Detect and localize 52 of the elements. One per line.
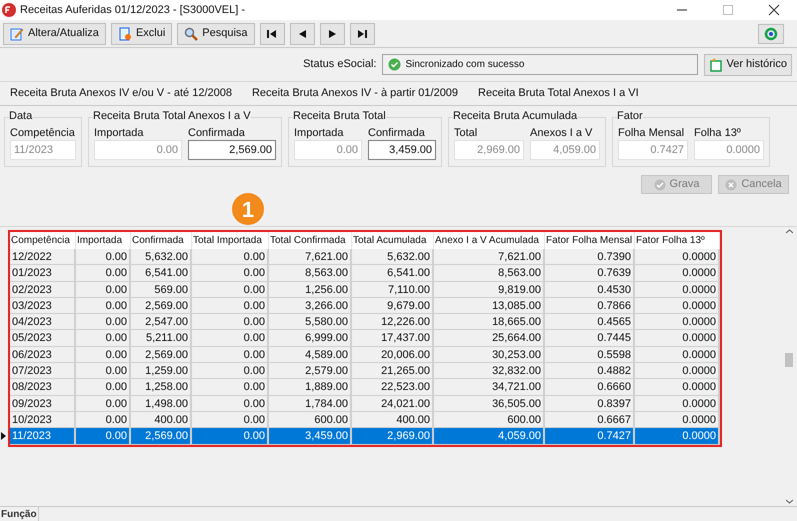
table-cell: 2,969.00	[352, 428, 434, 445]
next-icon	[328, 30, 336, 38]
window-title: Receitas Auferidas 01/12/2023 - [S3000VEL] -	[20, 2, 246, 18]
navigation-button[interactable]	[320, 22, 345, 44]
table-cell: 11/2023	[10, 428, 76, 445]
tab[interactable]: Receita Bruta Anexos IV - à partir 01/2009	[252, 85, 458, 102]
last-record-icon	[357, 30, 368, 38]
search-icon	[184, 26, 198, 40]
field-label: Confirmada	[368, 126, 426, 140]
field-label: Folha Mensal	[618, 126, 686, 140]
field-label: Folha 13º	[694, 126, 742, 140]
status-text: Sincronizado com sucesso	[405, 58, 524, 72]
table-cell: 0.0000	[635, 428, 720, 445]
scroll-down-icon[interactable]	[786, 499, 792, 504]
field-label: Anexos I a V	[530, 126, 594, 140]
field-label: Total	[454, 126, 478, 140]
table-cell: 2,569.00	[131, 428, 192, 445]
status-label: Status eSocial:	[303, 57, 376, 72]
navigation-button[interactable]	[290, 22, 315, 44]
refresh-button[interactable]	[758, 24, 784, 44]
first-record-icon	[267, 30, 278, 38]
pencil-icon	[10, 26, 24, 40]
navigation-button[interactable]	[350, 22, 375, 44]
scrollbar-thumb[interactable]	[785, 353, 793, 367]
check-circle-icon	[388, 58, 402, 71]
cancel-icon	[725, 178, 738, 190]
document-icon	[709, 58, 724, 72]
field-label: Confirmada	[188, 126, 246, 140]
toolbar-button[interactable]: Exclui	[110, 22, 172, 44]
tab[interactable]: Receita Bruta Total Anexos I a VI	[478, 85, 639, 102]
input-field[interactable]: 2,569.00	[188, 140, 276, 160]
field-label: Competência	[10, 126, 76, 140]
history-button[interactable]: Ver histórico	[704, 54, 792, 76]
table-cell: 0.00	[192, 428, 269, 445]
callout-badge: 1	[232, 193, 264, 225]
field-label: Importada	[94, 126, 145, 140]
table-cell: 4,059.00	[434, 428, 545, 445]
field-label: Importada	[294, 126, 345, 140]
scroll-up-icon[interactable]	[786, 229, 792, 234]
current-row-icon	[1, 432, 6, 440]
status-bar-text: Função	[0, 506, 39, 521]
table-cell: 0.7427	[545, 428, 635, 445]
check-icon	[654, 178, 666, 190]
previous-icon	[298, 30, 306, 38]
table-cell: 3,459.00	[269, 428, 352, 445]
input-field[interactable]: 3,459.00	[368, 140, 436, 160]
navigation-button[interactable]	[260, 22, 285, 44]
toolbar-button[interactable]: Pesquisa	[177, 22, 255, 44]
table-cell: 0.00	[76, 428, 131, 445]
toolbar-button[interactable]: Altera/Atualiza	[3, 22, 106, 44]
document-delete-icon	[118, 26, 132, 40]
tab[interactable]: Receita Bruta Anexos IV e/ou V - até 12/2008	[10, 85, 232, 102]
